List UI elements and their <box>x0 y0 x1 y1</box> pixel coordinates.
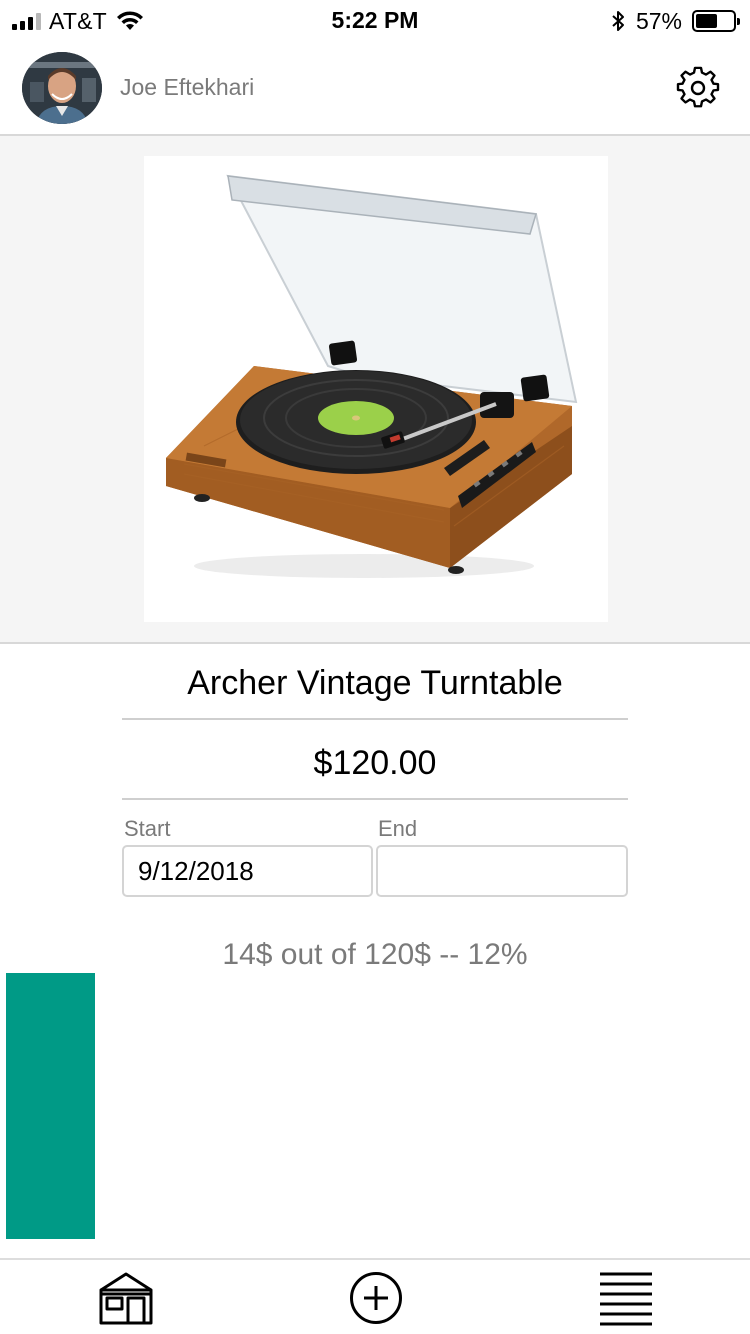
battery-level <box>696 14 717 28</box>
start-date-label: Start <box>124 816 171 841</box>
progress-bar <box>6 973 744 1239</box>
header: Joe Eftekhari <box>0 40 750 134</box>
battery-icon <box>692 10 740 32</box>
tab-add[interactable] <box>348 1270 404 1326</box>
tab-bar <box>0 1258 750 1334</box>
start-date-field[interactable] <box>122 845 373 897</box>
menu-icon <box>600 1272 652 1326</box>
end-date-label: End <box>378 816 418 841</box>
product-title: Archer Vintage Turntable <box>122 664 628 720</box>
progress-text: 14$ out of 120$ -- 12% <box>222 938 528 971</box>
turntable-image <box>166 174 578 578</box>
progress-fill <box>6 973 95 1239</box>
gear-icon <box>676 66 720 108</box>
user-name: Joe Eftekhari <box>120 74 255 100</box>
product-image-panel <box>0 134 750 644</box>
bluetooth-icon <box>612 11 624 31</box>
plus-circle-icon <box>350 1272 402 1324</box>
status-bar: AT&T 5:22 PM 57% <box>0 0 750 40</box>
tab-home[interactable] <box>98 1270 154 1326</box>
product-image-card <box>144 156 608 622</box>
product-price: $120.00 <box>122 744 628 800</box>
battery-percent: 57% <box>635 7 682 34</box>
settings-button[interactable] <box>676 66 720 110</box>
store-icon <box>99 1272 153 1325</box>
end-date-field[interactable] <box>376 845 628 897</box>
status-right: 57% <box>610 6 740 36</box>
avatar[interactable] <box>22 52 102 124</box>
tab-menu[interactable] <box>598 1270 654 1326</box>
